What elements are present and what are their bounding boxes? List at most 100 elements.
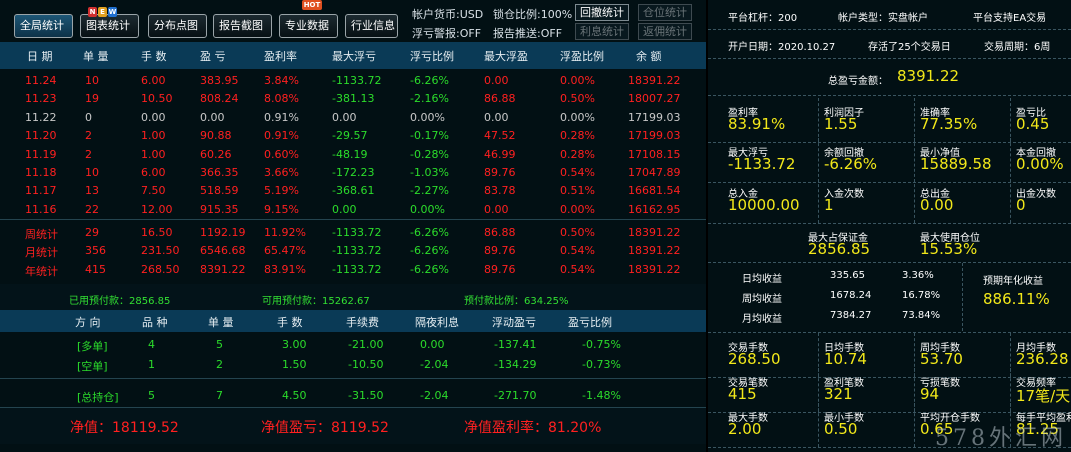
table-cell: 0.00% bbox=[410, 110, 445, 124]
table-cell: 1.00 bbox=[141, 129, 166, 143]
total-cell: 0.50% bbox=[560, 226, 595, 239]
position-cell: -0.73% bbox=[582, 358, 621, 371]
position-row[interactable]: [总持仓] 5 7 4.50 -31.50 -2.04 -271.70 -1.48% bbox=[0, 387, 706, 405]
lock-ratio: 锁仓比例:100% bbox=[493, 8, 573, 21]
table-cell: 11.17 bbox=[25, 184, 57, 198]
total-cell: -6.26% bbox=[410, 226, 449, 239]
table-cell: 0.00% bbox=[560, 110, 595, 124]
table-cell: 11.22 bbox=[25, 110, 57, 124]
divider bbox=[708, 262, 1071, 263]
drawdown-stats-button[interactable]: 回撤统计 bbox=[575, 4, 629, 21]
table-cell: 6.00 bbox=[141, 166, 166, 179]
col-float-profit-ratio: 浮盈比例 bbox=[560, 50, 604, 63]
col-pl-ratio: 盈亏比例 bbox=[568, 316, 612, 329]
col-pos-orders: 单 量 bbox=[208, 316, 234, 329]
position-row[interactable]: [空单] 1 2 1.50 -10.50 -2.04 -134.29 -0.73% bbox=[0, 356, 706, 374]
col-commission: 手续费 bbox=[346, 316, 379, 329]
account-currency: 帐户货币:USD bbox=[412, 8, 484, 21]
divider bbox=[818, 179, 819, 223]
total-cell: 11.92% bbox=[264, 226, 306, 239]
statistics-panel: 全局统计 图表统计 N E W 分布点图 报告截图 专业数据 HOT 行业信息 … bbox=[0, 0, 706, 452]
toolbar: 全局统计 图表统计 N E W 分布点图 报告截图 专业数据 HOT 行业信息 … bbox=[0, 0, 706, 42]
total-cell: 月统计 bbox=[25, 246, 58, 260]
total-cell: 29 bbox=[85, 226, 99, 239]
table-row[interactable]: 11.19 2 1.00 60.26 0.60% -48.19 -0.28% 46.99 0.2… bbox=[0, 146, 706, 164]
annual-return-label: 预期年化收益 bbox=[983, 276, 1043, 287]
daily-table-header: 日 期 单 量 手 数 盈 亏 盈利率 最大浮亏 浮亏比例 最大浮盈 浮盈比例 … bbox=[0, 42, 706, 69]
table-row[interactable]: 11.18 10 6.00 366.35 3.66% -172.23 -1.03% 89.76… bbox=[0, 164, 706, 182]
table-cell: 17108.15 bbox=[628, 147, 681, 161]
position-cell: 1.50 bbox=[282, 358, 307, 371]
chart-stats-button[interactable]: 图表统计 bbox=[80, 14, 139, 38]
stat-value: 77.35% bbox=[920, 115, 978, 133]
total-row[interactable]: 年统计 415 268.50 8391.22 83.91% -1133.72 -6.26% 8… bbox=[0, 261, 706, 279]
total-cell: 周统计 bbox=[25, 228, 58, 241]
commission-stats-button[interactable]: 返佣统计 bbox=[638, 23, 692, 40]
avg-percent: 73.84% bbox=[902, 310, 941, 321]
table-cell: -172.23 bbox=[332, 166, 375, 179]
table-cell: 16681.54 bbox=[628, 184, 681, 198]
max-position-value: 15.53% bbox=[920, 240, 978, 258]
total-cell: 0.54% bbox=[560, 262, 595, 276]
footer: 净值：18119.52 净值盈亏：8119.52 净值盈利率：81.20% bbox=[0, 408, 706, 444]
pro-data-button[interactable]: 专业数据 bbox=[279, 14, 338, 38]
table-cell: 0.00% bbox=[560, 202, 595, 216]
table-cell: 915.35 bbox=[200, 202, 239, 216]
position-row[interactable]: [多单] 4 5 3.00 -21.00 0.00 -137.41 -0.75% bbox=[0, 336, 706, 354]
total-row[interactable]: 月统计 356 231.50 6546.68 65.47% -1133.72 -6.26% 8… bbox=[0, 242, 706, 260]
position-cell: -10.50 bbox=[348, 358, 384, 371]
table-cell: 0.00 bbox=[141, 110, 166, 124]
table-row[interactable]: 11.23 19 10.50 808.24 8.08% -381.13 -2.16% 86.8… bbox=[0, 90, 706, 108]
float-loss-alert[interactable]: 浮亏警报:OFF bbox=[412, 25, 481, 41]
global-stats-button[interactable]: 全局统计 bbox=[14, 14, 73, 38]
report-push[interactable]: 报告推送:OFF bbox=[493, 25, 562, 41]
avg-amount: 1678.24 bbox=[830, 290, 872, 301]
divider bbox=[914, 98, 915, 142]
stat-value: 0.00% bbox=[1016, 155, 1064, 173]
table-cell: 0.00 bbox=[484, 202, 509, 216]
col-float-loss-ratio: 浮亏比例 bbox=[410, 50, 454, 63]
table-cell: 89.76 bbox=[484, 166, 516, 179]
table-row[interactable]: 11.20 2 1.00 90.88 0.91% -29.57 -0.17% 47.52 0.2… bbox=[0, 127, 706, 145]
new-badge-e: E bbox=[98, 7, 107, 17]
total-cell: 415 bbox=[85, 262, 106, 276]
ea-support: 平台支持EA交易 bbox=[973, 13, 1047, 24]
divider bbox=[708, 182, 1071, 183]
new-badge-n: N bbox=[88, 7, 97, 17]
table-cell: 13 bbox=[85, 184, 99, 198]
report-screenshot-button[interactable]: 报告截图 bbox=[213, 14, 272, 38]
table-row[interactable]: 11.16 22 12.00 915.35 9.15% 0.00 0.00% 0.00 0.00… bbox=[0, 201, 706, 219]
divider bbox=[962, 263, 963, 331]
total-cell: -1133.72 bbox=[332, 226, 382, 239]
table-cell: 5.19% bbox=[264, 184, 299, 198]
table-cell: 7.50 bbox=[141, 184, 166, 198]
position-cell: -271.70 bbox=[494, 389, 537, 402]
table-cell: -0.17% bbox=[410, 129, 449, 143]
divider bbox=[818, 98, 819, 142]
free-margin: 可用预付款：15262.67 bbox=[262, 296, 370, 307]
position-cell: -137.41 bbox=[494, 338, 537, 351]
distribution-chart-button[interactable]: 分布点图 bbox=[148, 14, 207, 38]
col-swap: 隔夜利息 bbox=[415, 316, 459, 329]
divider bbox=[0, 378, 706, 379]
total-row[interactable]: 周统计 29 16.50 1192.19 11.92% -1133.72 -6.26% 86.… bbox=[0, 224, 706, 242]
table-cell: 383.95 bbox=[200, 74, 239, 87]
stat-value: 321 bbox=[824, 385, 853, 403]
industry-info-button[interactable]: 行业信息 bbox=[345, 14, 398, 38]
col-float-pl: 浮动盈亏 bbox=[492, 316, 536, 329]
table-row[interactable]: 11.22 0 0.00 0.00 0.91% 0.00 0.00% 0.00 0.00% 171… bbox=[0, 109, 706, 127]
interest-stats-button[interactable]: 利息统计 bbox=[575, 23, 629, 40]
divider bbox=[818, 138, 819, 182]
table-cell: 47.52 bbox=[484, 129, 516, 143]
table-row[interactable]: 11.17 13 7.50 518.59 5.19% -368.61 -2.27% 83.78… bbox=[0, 182, 706, 200]
table-cell: 0 bbox=[85, 110, 92, 124]
annual-return-value: 886.11% bbox=[983, 290, 1050, 308]
position-cell: 3.00 bbox=[282, 338, 307, 351]
table-row[interactable]: 11.24 10 6.00 383.95 3.84% -1133.72 -6.26% 0.00… bbox=[0, 72, 706, 90]
position-stats-button[interactable]: 仓位统计 bbox=[638, 4, 692, 21]
stat-value: 236.28 bbox=[1016, 350, 1069, 368]
total-cell: 18391.22 bbox=[628, 226, 681, 239]
stat-value: 0.45 bbox=[1016, 115, 1050, 133]
table-cell: 0.00 bbox=[484, 110, 509, 124]
stat-value: 53.70 bbox=[920, 350, 963, 368]
